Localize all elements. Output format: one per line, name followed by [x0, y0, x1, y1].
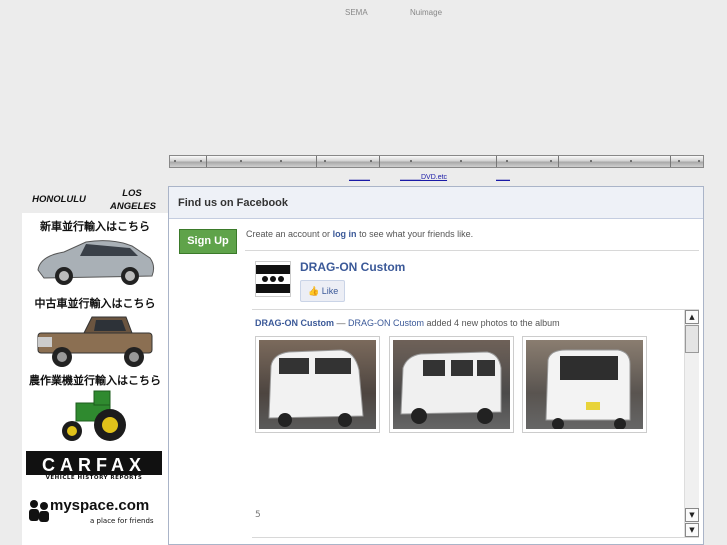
- metal-nav-bar: [169, 155, 704, 168]
- myspace-tagline: a place for friends: [90, 517, 154, 525]
- login-link[interactable]: log in: [333, 229, 357, 239]
- sub-link[interactable]: ＿＿: [496, 172, 510, 182]
- los-angeles-link[interactable]: LOS ANGELES: [110, 187, 156, 213]
- nuimage-link[interactable]: Nuimage: [410, 8, 442, 17]
- sub-link[interactable]: ＿＿＿: [349, 172, 370, 182]
- used-car-import-link[interactable]: 中古車並行輸入はこちら: [22, 295, 168, 311]
- honolulu-link[interactable]: HONOLULU: [27, 193, 91, 206]
- myspace-name: myspace.com: [50, 497, 150, 514]
- sema-link[interactable]: SEMA: [345, 8, 368, 17]
- photo-count: 5: [255, 510, 261, 520]
- camaro-car-image[interactable]: [34, 232, 156, 288]
- pickup-truck-image[interactable]: [34, 311, 156, 369]
- nav-segment[interactable]: [316, 156, 317, 167]
- myspace-banner[interactable]: myspace.com a place for friends: [26, 497, 162, 527]
- stream-post: DRAG-ON Custom — DRAG-ON Custom added 4 …: [255, 318, 560, 328]
- carfax-banner[interactable]: CARFAX VEHICLE HISTORY REPORTS: [26, 451, 162, 485]
- thumbs-up-icon: 👍: [308, 286, 320, 296]
- facebook-header: Find us on Facebook: [169, 187, 703, 219]
- nav-segment[interactable]: [496, 156, 497, 167]
- sign-up-button[interactable]: Sign Up: [179, 229, 237, 254]
- post-page-link[interactable]: DRAG-ON Custom: [348, 318, 424, 328]
- signup-prompt: Create an account or log in to see what …: [246, 229, 474, 239]
- facebook-like-box: Find us on Facebook Sign Up Create an ac…: [168, 186, 704, 545]
- carfax-logo: CARFAX: [26, 451, 162, 475]
- nav-segment[interactable]: [558, 156, 559, 167]
- page-logo[interactable]: [255, 261, 291, 297]
- divider: [252, 537, 699, 538]
- scroll-down-icon[interactable]: ▼: [685, 523, 699, 537]
- like-button[interactable]: 👍 Like: [300, 280, 345, 302]
- sub-link-dvd[interactable]: ＿＿＿DVD.etc: [400, 172, 447, 182]
- scroll-down-icon[interactable]: ▼: [685, 508, 699, 522]
- divider: [245, 250, 699, 251]
- album-photo[interactable]: [255, 336, 380, 433]
- top-links: SEMA Nuimage: [0, 8, 727, 20]
- stream-scrollbar[interactable]: ▲ ▼ ▼: [684, 310, 699, 538]
- farm-machine-import-link[interactable]: 農作業機並行輸入はこちら: [22, 372, 168, 388]
- carfax-subtitle: VEHICLE HISTORY REPORTS: [45, 475, 143, 481]
- scroll-thumb[interactable]: [685, 325, 699, 353]
- page-name-link[interactable]: DRAG-ON Custom: [300, 260, 405, 274]
- like-label: Like: [321, 286, 339, 296]
- nav-segment[interactable]: [379, 156, 380, 167]
- scroll-up-icon[interactable]: ▲: [685, 310, 699, 324]
- divider: [252, 309, 699, 310]
- album-photo[interactable]: [389, 336, 514, 433]
- nav-segment[interactable]: [206, 156, 207, 167]
- myspace-people-icon: [29, 500, 49, 522]
- tractor-image[interactable]: [56, 389, 132, 443]
- post-author-link[interactable]: DRAG-ON Custom: [255, 318, 334, 328]
- sub-links: ＿＿＿ ＿＿＿DVD.etc ＿＿: [0, 172, 727, 184]
- nav-segment[interactable]: [670, 156, 671, 167]
- left-sidebar: HONOLULU LOS ANGELES 新車並行輸入はこちら 中古車並行輸入は…: [22, 185, 168, 545]
- album-photo[interactable]: [522, 336, 647, 433]
